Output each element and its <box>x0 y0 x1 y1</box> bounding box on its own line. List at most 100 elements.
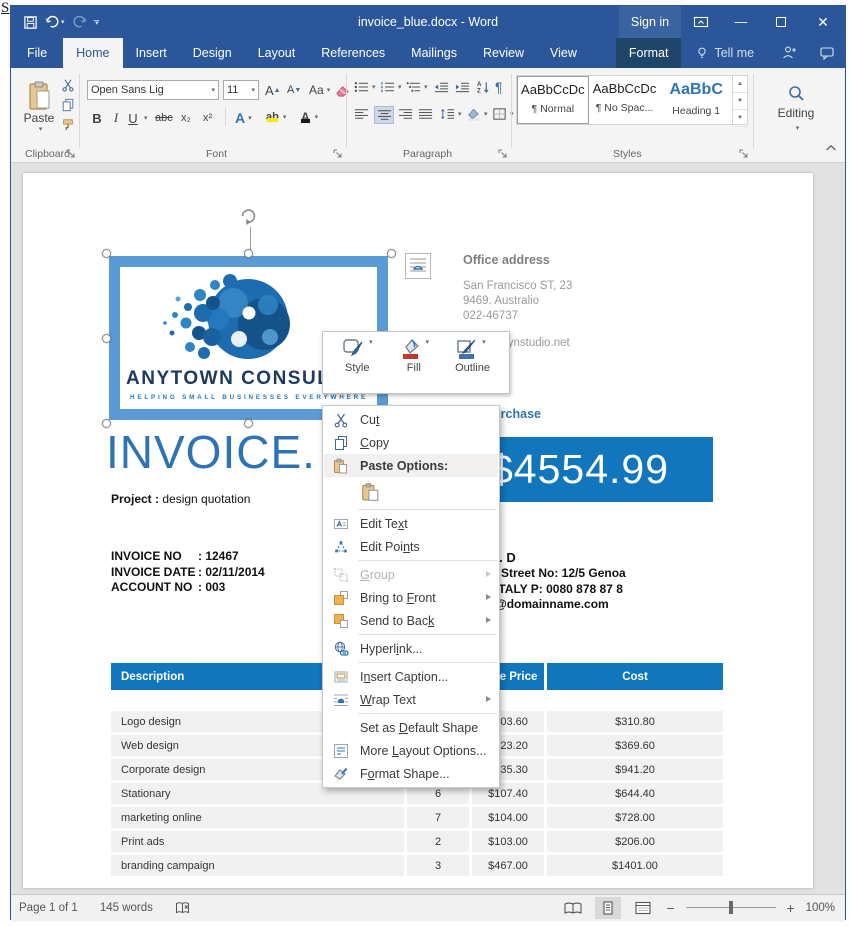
zoom-slider-thumb[interactable] <box>728 901 733 914</box>
bold-button[interactable]: B <box>89 108 105 128</box>
tab-mailings[interactable]: Mailings <box>398 38 470 68</box>
menu-item-format-shape[interactable]: Format Shape... <box>324 762 498 785</box>
tab-home[interactable]: Home <box>63 38 123 68</box>
text-effects-button[interactable]: A ▾ <box>235 108 252 128</box>
strikethrough-button[interactable]: abc <box>155 108 173 128</box>
style-heading-1[interactable]: AaBbC Heading 1 <box>660 76 732 124</box>
menu-item-edit-text[interactable]: Edit Text <box>324 512 498 535</box>
collapse-ribbon-icon[interactable] <box>825 144 837 152</box>
align-left-button[interactable] <box>354 108 369 120</box>
menu-item-wrap-text[interactable]: Wrap Text <box>324 688 498 711</box>
close-button[interactable]: ✕ <box>801 6 845 38</box>
selection-handle-top-right[interactable] <box>387 249 396 258</box>
show-paragraph-marks-button[interactable]: ¶ <box>495 79 503 95</box>
web-layout-icon[interactable] <box>630 897 656 919</box>
menu-item-bring-to-front[interactable]: Bring to Front <box>324 586 498 609</box>
change-case-button[interactable]: Aa ▾ <box>309 80 330 100</box>
menu-item-edit-points[interactable]: Edit Points <box>324 535 498 558</box>
menu-item-insert-caption[interactable]: Insert Caption... <box>324 665 498 688</box>
font-dialog-launcher-icon[interactable] <box>333 149 343 159</box>
paragraph-dialog-launcher-icon[interactable] <box>498 149 508 159</box>
paste-button[interactable]: Paste ▾ <box>19 76 59 138</box>
editing-group-button[interactable]: Editing ▾ <box>763 76 829 140</box>
numbering-button[interactable]: ▾ <box>380 81 402 93</box>
copy-button[interactable] <box>61 98 75 112</box>
font-name-combobox[interactable]: Open Sans Lig ▾ <box>87 80 219 100</box>
menu-item-hyperlink[interactable]: Hyperlink... <box>324 637 498 660</box>
style-normal[interactable]: AaBbCcDc ¶ Normal <box>517 76 589 124</box>
comments-icon[interactable] <box>819 45 835 61</box>
font-size-combobox[interactable]: 11 ▾ <box>223 80 259 100</box>
word-count[interactable]: 145 words <box>100 902 153 914</box>
decrease-indent-button[interactable] <box>434 81 449 93</box>
align-right-button[interactable] <box>398 108 413 120</box>
print-layout-icon[interactable] <box>594 897 621 919</box>
underline-dropdown-icon[interactable]: ▾ <box>141 108 148 128</box>
text-highlight-button[interactable]: ab ▾ <box>265 106 286 128</box>
styles-more-icon[interactable]: ▼ <box>733 110 747 127</box>
styles-group-label: Styles <box>613 148 642 160</box>
ribbon-display-options-icon[interactable] <box>681 6 721 38</box>
menu-item-cut[interactable]: Cut <box>324 408 498 431</box>
tab-design[interactable]: Design <box>180 38 245 68</box>
menu-item-send-to-back[interactable]: Send to Back <box>324 609 498 632</box>
ribbon: Paste ▾ Clipboard Open Sans Lig ▾ 11 ▾ A ▲ … <box>11 68 845 163</box>
layout-options-button[interactable] <box>405 253 431 279</box>
tab-references[interactable]: References <box>308 38 398 68</box>
styles-scroll-down-icon[interactable]: ▼ <box>733 93 747 110</box>
superscript-button[interactable]: x² <box>203 108 212 128</box>
shading-button[interactable]: ▾ <box>466 107 488 121</box>
menu-item-copy[interactable]: Copy <box>324 431 498 454</box>
justify-button[interactable] <box>418 108 433 120</box>
tab-file[interactable]: File <box>11 38 63 68</box>
minimize-button[interactable]: — <box>721 6 761 38</box>
grow-font-button[interactable]: A ▲ <box>265 80 281 100</box>
shape-outline-button[interactable]: ▾ Outline <box>455 338 490 393</box>
page-indicator[interactable]: Page 1 of 1 <box>19 902 78 914</box>
clipboard-dialog-launcher-icon[interactable] <box>66 149 76 159</box>
italic-button[interactable]: I <box>109 108 123 128</box>
cut-button[interactable] <box>61 78 75 92</box>
read-mode-icon[interactable] <box>560 897 586 919</box>
format-painter-button[interactable] <box>61 118 75 132</box>
menu-item-set-as-default-shape[interactable]: Set as Default Shape <box>324 716 498 739</box>
zoom-in-button[interactable]: + <box>785 900 797 916</box>
tell-me-box[interactable]: Tell me <box>695 38 754 68</box>
shape-style-icon <box>342 338 366 360</box>
zoom-out-button[interactable]: − <box>665 900 677 916</box>
zoom-slider[interactable] <box>685 897 776 919</box>
shape-style-button[interactable]: ▾ Style <box>342 338 373 393</box>
proofing-errors-icon[interactable] <box>175 901 191 915</box>
subscript-button[interactable]: x₂ <box>181 108 191 128</box>
paste-keep-source-formatting-button[interactable] <box>324 477 498 507</box>
styles-dialog-launcher-icon[interactable] <box>739 149 749 159</box>
selection-handle-middle-left[interactable] <box>102 334 111 343</box>
zoom-level[interactable]: 100% <box>806 902 835 914</box>
styles-scroll-up-icon[interactable]: ▲ <box>733 76 747 93</box>
underline-button[interactable]: U <box>125 108 141 128</box>
selection-handle-top-center[interactable] <box>244 249 253 258</box>
sign-in-button[interactable]: Sign in <box>619 6 681 38</box>
line-spacing-button[interactable]: ▾ <box>440 108 462 120</box>
bullets-button[interactable]: ▾ <box>354 81 376 93</box>
shape-fill-button[interactable]: ▾ Fill <box>399 338 429 393</box>
tab-insert[interactable]: Insert <box>123 38 180 68</box>
align-center-button[interactable] <box>374 106 394 124</box>
clear-formatting-button[interactable] <box>335 80 350 100</box>
maximize-button[interactable] <box>761 6 801 38</box>
multilevel-list-button[interactable]: ▾ <box>406 81 428 93</box>
shrink-font-button[interactable]: A ▼ <box>287 80 301 100</box>
tab-format[interactable]: Format <box>615 38 682 68</box>
sort-button[interactable] <box>476 80 491 94</box>
tab-view[interactable]: View <box>537 38 590 68</box>
tab-review[interactable]: Review <box>470 38 537 68</box>
font-color-button[interactable]: A ▾ <box>299 106 318 128</box>
rotate-handle-icon[interactable] <box>237 205 259 227</box>
style-no-spacing[interactable]: AaBbCcDc ¶ No Spac... <box>589 76 661 124</box>
more-layout-options-icon <box>333 743 349 759</box>
tab-layout[interactable]: Layout <box>245 38 309 68</box>
share-person-icon[interactable] <box>781 45 797 61</box>
selection-handle-top-left[interactable] <box>102 249 111 258</box>
menu-item-more-layout-options[interactable]: More Layout Options... <box>324 739 498 762</box>
increase-indent-button[interactable] <box>455 81 470 93</box>
